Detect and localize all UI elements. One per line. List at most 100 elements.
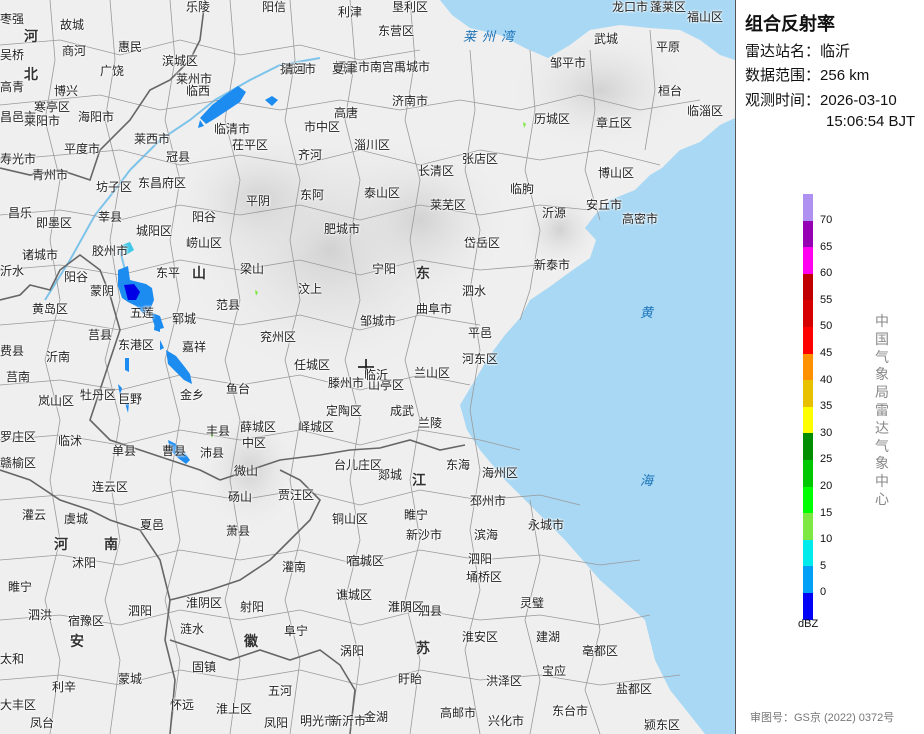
city-label: 新沂市	[330, 714, 367, 728]
dbz-color-segment	[803, 486, 813, 514]
city-label: 太和	[0, 652, 25, 666]
city-label: 宁阳	[372, 262, 397, 276]
city-label: 临西	[186, 84, 211, 98]
city-label: 鱼台	[226, 382, 251, 396]
city-label: 淮阴区	[388, 600, 425, 614]
city-label: 莒南	[6, 370, 31, 384]
radar-map[interactable]: 莱州湾 黄 海 河 北 山 东 江 苏 河 南 安 徽 枣强 故城 乐陵 阳信 利津 垦利…	[0, 0, 735, 734]
city-label: 蒙城	[118, 672, 143, 686]
city-label: 历城区	[534, 112, 571, 126]
city-label: 武城	[594, 32, 619, 46]
province-label: 徽	[244, 633, 258, 649]
province-label: 河	[54, 536, 68, 552]
city-label: 新沙市	[406, 528, 443, 542]
city-label: 盐都区	[616, 682, 653, 696]
city-label: 丰县	[206, 424, 231, 438]
city-label: 泰山区	[364, 186, 401, 200]
city-label: 阳谷	[64, 270, 89, 284]
dbz-color-segment	[803, 380, 813, 407]
city-label: 新泰市	[534, 258, 571, 272]
city-label: 微山	[234, 464, 259, 478]
city-label: 中区	[242, 436, 267, 450]
city-label: 怀远	[170, 698, 195, 712]
city-label: 青州市	[32, 168, 69, 182]
city-label: 临淄区	[687, 104, 724, 118]
city-label: 东阿	[300, 188, 325, 202]
range-label: 数据范围：	[745, 67, 821, 84]
city-label: 高青	[0, 80, 25, 94]
city-label: 夏邑	[140, 518, 165, 532]
city-label: 宝应	[542, 664, 567, 678]
city-label: 海州区	[482, 466, 519, 480]
station-row: 雷达站名：临沂	[745, 43, 850, 61]
city-label: 埇桥区	[466, 570, 503, 584]
city-label: 寿光市	[0, 152, 37, 166]
city-label: 薛城区	[240, 420, 277, 434]
city-label: 崂山区	[186, 236, 223, 250]
city-label: 睢宁	[404, 508, 429, 522]
approval-number: 审图号：GS京 (2022) 0372号	[750, 712, 895, 724]
city-label: 黄岛区	[32, 302, 69, 316]
city-label: 成武	[390, 404, 415, 418]
city-label: 淮安区	[462, 630, 499, 644]
province-label: 苏	[416, 640, 430, 656]
city-label: 临清市	[214, 122, 251, 136]
dbz-color-segment	[803, 273, 813, 301]
city-label: 曲阜市	[416, 302, 453, 316]
city-label: 沛县	[200, 446, 225, 460]
city-label: 沂水	[0, 264, 25, 278]
dbz-tick-label: 25	[820, 453, 833, 466]
city-label: 邹平市	[550, 56, 587, 70]
city-label: 沂南	[46, 350, 71, 364]
city-label: 高唐	[334, 106, 359, 120]
city-label: 滨城区	[162, 54, 199, 68]
province-label: 南	[104, 536, 118, 552]
city-label: 郓城	[172, 312, 197, 326]
city-label: 阳信	[262, 0, 287, 14]
city-label: 肥城市	[324, 222, 361, 236]
product-title: 组合反射率	[745, 14, 835, 34]
city-label: 滕州市	[328, 376, 365, 390]
city-label: 泗水	[462, 284, 487, 298]
city-label: 贾汪区	[278, 488, 315, 502]
city-label: 桓台	[658, 84, 683, 98]
dbz-tick-label: 65	[820, 240, 833, 253]
dbz-color-segment	[803, 513, 813, 540]
city-label: 赣榆区	[0, 456, 37, 470]
city-label: 灌云	[22, 508, 47, 522]
city-label: 谯城区	[336, 588, 373, 602]
city-label: 河东区	[462, 352, 499, 366]
city-label: 岱岳区	[464, 236, 501, 250]
dbz-color-segment	[803, 300, 813, 327]
dbz-color-segment	[803, 459, 813, 487]
dbz-color-segment	[803, 353, 813, 381]
city-label: 兖州区	[260, 330, 297, 344]
sea-label-hai: 海	[640, 473, 660, 488]
city-label: 泗洪	[28, 608, 53, 622]
dbz-tick-label: 15	[820, 506, 833, 519]
city-label: 连云区	[92, 480, 129, 494]
city-label: 范县	[216, 298, 241, 312]
city-label: 金湖	[364, 710, 389, 724]
range-value: 256 km	[820, 67, 870, 84]
city-label: 兰山区	[414, 366, 451, 380]
city-label: 临沂	[364, 368, 389, 382]
dbz-color-segment	[803, 194, 813, 221]
city-label: 惠民	[118, 40, 143, 54]
city-label: 五莲	[130, 306, 155, 320]
dbz-tick-label: 70	[820, 214, 833, 226]
province-label: 东	[416, 265, 430, 281]
city-label: 利辛	[52, 680, 77, 694]
sea-label-huang: 黄	[640, 305, 660, 320]
city-label: 费县	[0, 344, 25, 358]
city-label: 东昌府区	[138, 176, 187, 190]
city-label: 定陶区	[326, 404, 363, 418]
city-label: 长清区	[418, 164, 455, 178]
city-label: 涟水	[180, 622, 205, 636]
city-label: 巨野	[118, 392, 143, 406]
city-label: 曹县	[162, 444, 187, 458]
city-label: 固镇	[192, 660, 217, 674]
time-date: 2026-03-10	[820, 92, 897, 109]
dbz-tick-label: 20	[820, 480, 833, 492]
province-label: 安	[70, 633, 84, 649]
